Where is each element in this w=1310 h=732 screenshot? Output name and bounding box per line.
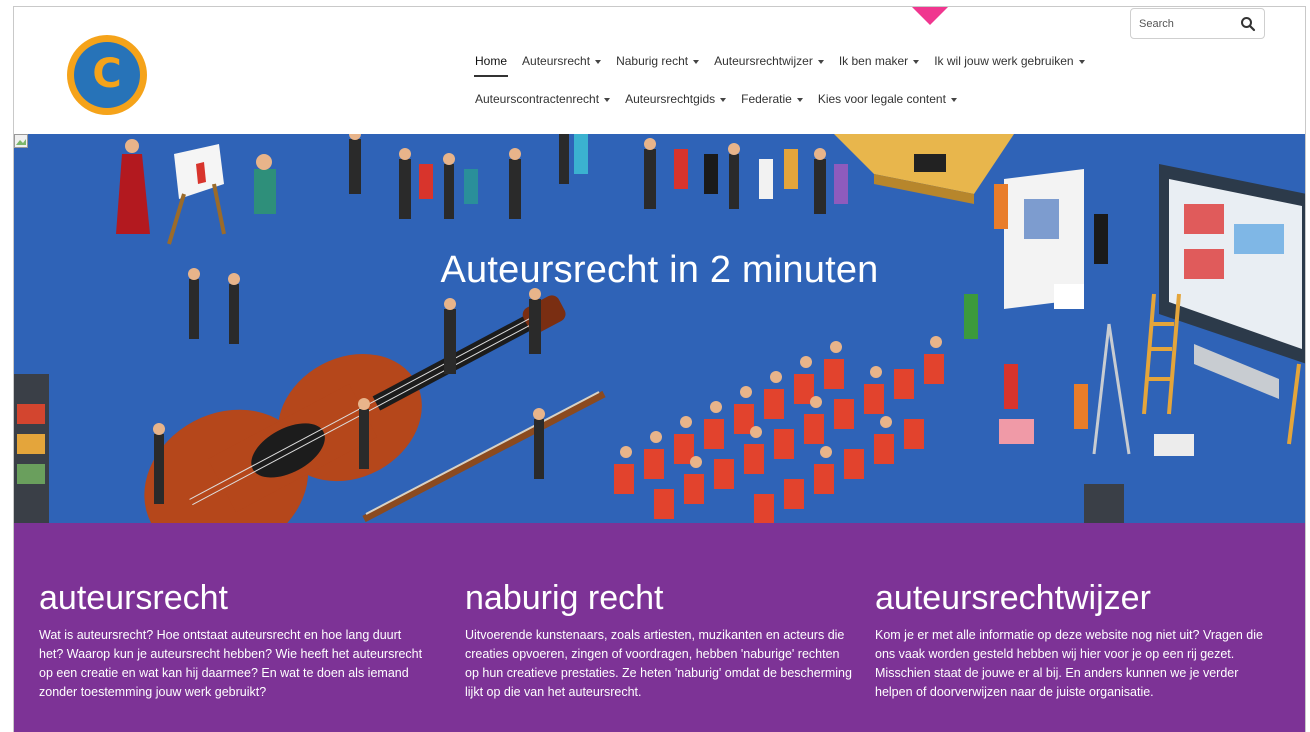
browser-viewport: C Home Auteursrecht Naburig recht Auteur… <box>13 6 1306 732</box>
nav-item-label: Auteursrechtgids <box>625 92 716 106</box>
caret-down-icon <box>693 59 700 64</box>
nav-item-label: Auteursrecht <box>522 54 591 68</box>
nav-item-federatie[interactable]: Federatie <box>741 92 803 106</box>
nav-item-label: Auteursrechtwijzer <box>714 54 813 68</box>
hero-title[interactable]: Auteursrecht in 2 minuten <box>14 249 1305 292</box>
section-naburig-recht: naburig recht Uitvoerende kunstenaars, z… <box>465 578 855 702</box>
search-icon[interactable] <box>1240 16 1256 32</box>
nav-item-auteursrechtgids[interactable]: Auteursrechtgids <box>625 92 727 106</box>
intro-section: auteursrecht Wat is auteursrecht? Hoe on… <box>14 523 1305 732</box>
logo-letter: C <box>92 51 122 97</box>
nav-item-auteurscontractenrecht[interactable]: Auteurscontractenrecht <box>475 92 611 106</box>
nav-item-label: Kies voor legale content <box>817 92 946 106</box>
logo-circle: C <box>74 42 140 108</box>
caret-down-icon <box>796 97 803 102</box>
caret-down-icon <box>950 97 957 102</box>
search-input[interactable] <box>1139 16 1229 32</box>
site-header: C Home Auteursrecht Naburig recht Auteur… <box>14 7 1305 134</box>
site-logo[interactable]: C <box>67 35 147 115</box>
hero-banner[interactable]: Auteursrecht in 2 minuten <box>14 134 1305 523</box>
section-auteursrecht: auteursrecht Wat is auteursrecht? Hoe on… <box>39 578 429 702</box>
section-text: Uitvoerende kunstenaars, zoals artiesten… <box>465 628 852 699</box>
nav-item-naburig-recht[interactable]: Naburig recht <box>616 54 700 68</box>
nav-item-auteursrecht[interactable]: Auteursrecht <box>522 54 602 68</box>
nav-item-label: Auteurscontractenrecht <box>475 92 600 106</box>
nav-item-auteursrechtwijzer[interactable]: Auteursrechtwijzer <box>714 54 824 68</box>
section-auteursrechtwijzer: auteursrechtwijzer Kom je er met alle in… <box>875 578 1275 702</box>
nav-item-label: Ik wil jouw werk gebruiken <box>934 54 1074 68</box>
caret-down-icon <box>595 59 602 64</box>
nav-item-home[interactable]: Home <box>473 54 509 77</box>
caret-down-icon <box>604 97 611 102</box>
nav-item-label: Ik ben maker <box>838 54 909 68</box>
pointer-marker-icon <box>906 7 954 25</box>
hero-illustration <box>14 134 1305 523</box>
search-box <box>1130 8 1265 39</box>
section-text: Wat is auteursrecht? Hoe ontstaat auteur… <box>39 628 423 699</box>
nav-item-ik-wil-jouw-werk-gebruiken[interactable]: Ik wil jouw werk gebruiken <box>934 54 1085 68</box>
broken-image-icon <box>14 134 28 148</box>
section-title[interactable]: auteursrecht <box>39 578 429 618</box>
main-nav-row-2: Auteurscontractenrecht Auteursrechtgids … <box>475 92 972 106</box>
caret-down-icon <box>913 59 920 64</box>
section-text: Kom je er met alle informatie op deze we… <box>875 628 1263 699</box>
nav-item-kies-voor-legale-content[interactable]: Kies voor legale content <box>818 92 957 106</box>
nav-item-ik-ben-maker[interactable]: Ik ben maker <box>838 54 920 68</box>
nav-item-label: Naburig recht <box>616 54 689 68</box>
nav-item-label: Federatie <box>741 92 792 106</box>
caret-down-icon <box>1078 59 1085 64</box>
section-title[interactable]: auteursrechtwijzer <box>875 578 1275 618</box>
caret-down-icon <box>720 97 727 102</box>
section-title[interactable]: naburig recht <box>465 578 855 618</box>
main-nav-row-1: Home Auteursrecht Naburig recht Auteursr… <box>473 54 1100 77</box>
caret-down-icon <box>817 59 824 64</box>
nav-item-label: Home <box>475 54 508 68</box>
